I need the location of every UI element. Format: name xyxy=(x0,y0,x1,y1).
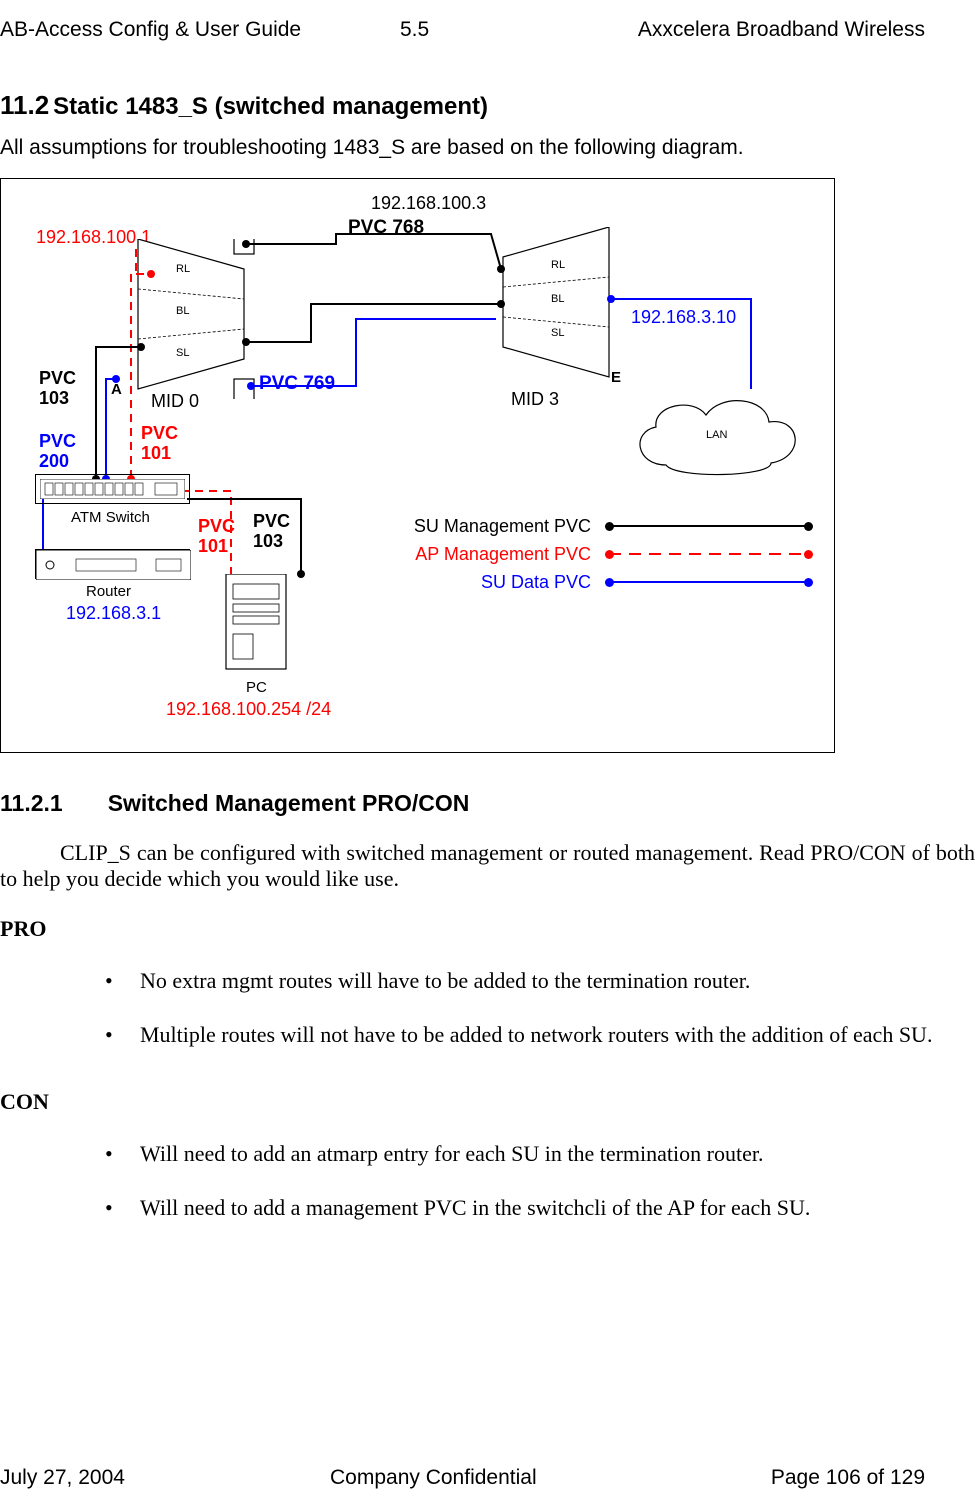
legend-su-mgmt-label: SU Management PVC xyxy=(414,516,591,537)
section-title: Static 1483_S (switched management) xyxy=(53,93,488,120)
section-number: 11.2 xyxy=(0,90,49,120)
header-right: Axxcelera Broadband Wireless xyxy=(638,18,925,42)
pro-item: No extra mgmt routes will have to be add… xyxy=(0,966,975,996)
body-text: CLIP_S can be configured with switched m… xyxy=(0,840,975,1247)
body-para: CLIP_S can be configured with switched m… xyxy=(0,840,975,892)
legend-su-data: SU Data PVC xyxy=(369,572,809,600)
pro-item: Multiple routes will not have to be adde… xyxy=(0,1020,975,1050)
footer-center: Company Confidential xyxy=(330,1466,537,1490)
atm-switch xyxy=(35,474,190,504)
con-item: Will need to add an atmarp entry for eac… xyxy=(0,1139,975,1169)
footer-right: Page 106 of 129 xyxy=(771,1466,925,1490)
legend-su-data-label: SU Data PVC xyxy=(481,572,591,593)
router xyxy=(35,549,190,579)
network-diagram: 192.168.100.3 192.168.100.1 PVC 768 PVC … xyxy=(0,178,835,753)
subsection-heading: 11.2.1 Switched Management PRO/CON xyxy=(0,790,469,817)
pc-label: PC xyxy=(246,679,267,696)
subsection-number: 11.2.1 xyxy=(0,790,63,816)
header-center: 5.5 xyxy=(400,18,429,42)
section-heading: 11.2Static 1483_S (switched management) xyxy=(0,90,488,121)
ip-pc: 192.168.100.254 /24 xyxy=(166,699,331,720)
con-list: Will need to add an atmarp entry for eac… xyxy=(0,1139,975,1222)
footer-left: July 27, 2004 xyxy=(0,1466,125,1490)
pro-list: No extra mgmt routes will have to be add… xyxy=(0,966,975,1049)
router-label: Router xyxy=(86,583,131,600)
atm-switch-label: ATM Switch xyxy=(71,509,150,526)
legend-ap-mgmt-label: AP Management PVC xyxy=(415,544,591,565)
header-left: AB-Access Config & User Guide xyxy=(0,18,301,42)
con-item: Will need to add a management PVC in the… xyxy=(0,1193,975,1223)
pc xyxy=(221,574,291,674)
legend: SU Management PVC AP Management PVC SU D… xyxy=(369,516,809,600)
connection-lines xyxy=(1,179,836,754)
subsection-title: Switched Management PRO/CON xyxy=(108,790,470,816)
legend-su-mgmt: SU Management PVC xyxy=(369,516,809,544)
pro-label: PRO xyxy=(0,916,975,942)
con-label: CON xyxy=(0,1089,975,1115)
legend-ap-mgmt: AP Management PVC xyxy=(369,544,809,572)
intro-text: All assumptions for troubleshooting 1483… xyxy=(0,136,744,160)
ip-router: 192.168.3.1 xyxy=(66,603,161,624)
